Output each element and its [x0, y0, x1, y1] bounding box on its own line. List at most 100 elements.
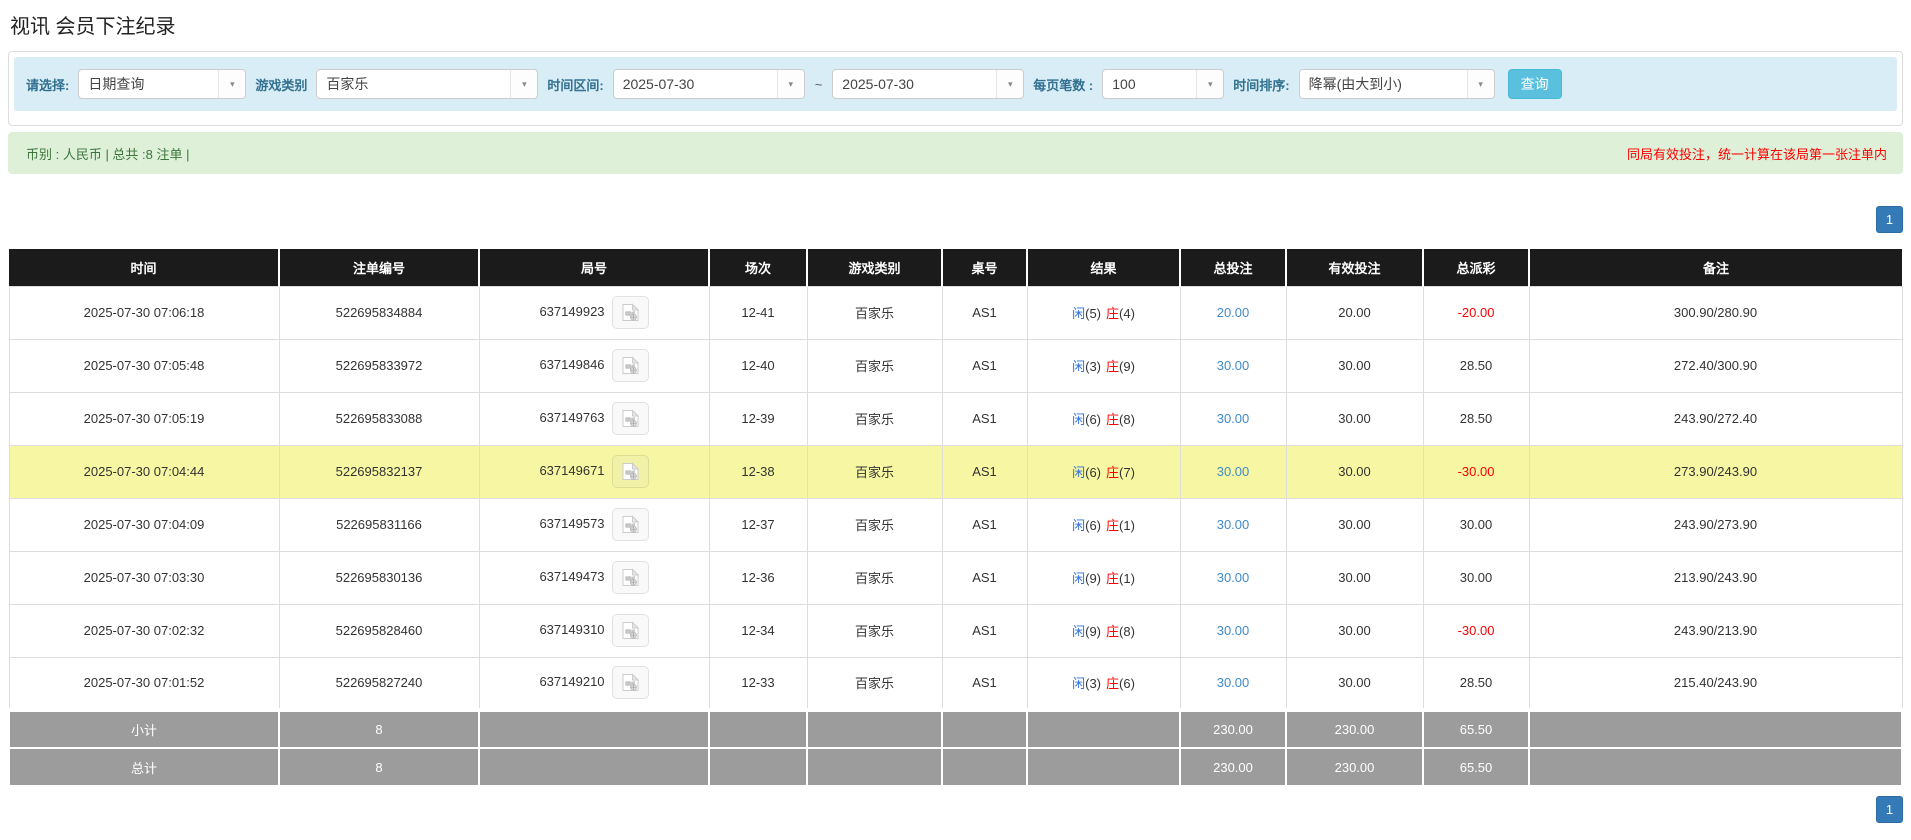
bet-number: 522695833972 — [336, 358, 423, 373]
header-round-no: 局号 — [479, 249, 709, 286]
video-file-icon — [622, 621, 639, 640]
cell-summary-valid-bet: 230.00 — [1286, 710, 1423, 748]
total-bet-link[interactable]: 30.00 — [1217, 623, 1250, 638]
video-file-icon — [622, 515, 639, 534]
video-replay-button[interactable] — [612, 561, 649, 594]
result-player-label: 闲 — [1072, 518, 1085, 533]
session-number: 12-41 — [741, 305, 774, 320]
cell-empty — [1529, 748, 1902, 786]
chevron-down-icon[interactable]: ▾ — [218, 70, 245, 98]
game-type: 百家乐 — [855, 676, 894, 691]
date-from-select[interactable]: 2025-07-30 ▾ — [613, 69, 805, 99]
cell-remark: 243.90/213.90 — [1529, 604, 1902, 657]
page-1-button[interactable]: 1 — [1876, 206, 1903, 233]
cell-table-no: AS1 — [942, 392, 1027, 445]
cell-remark: 215.40/243.90 — [1529, 657, 1902, 710]
game-type-select[interactable]: 百家乐 ▾ — [316, 69, 538, 99]
date-to-select[interactable]: 2025-07-30 ▾ — [832, 69, 1024, 99]
cell-empty — [479, 748, 709, 786]
cell-empty — [1027, 748, 1180, 786]
total-bet-link[interactable]: 30.00 — [1217, 675, 1250, 690]
cell-session: 12-37 — [709, 498, 807, 551]
total-bet-link[interactable]: 30.00 — [1217, 411, 1250, 426]
bet-time: 2025-07-30 07:04:09 — [84, 517, 205, 532]
chevron-down-icon[interactable]: ▾ — [1196, 70, 1223, 98]
chevron-down-icon[interactable]: ▾ — [777, 70, 804, 98]
valid-bet-amount: 30.00 — [1338, 464, 1371, 479]
total-bet-link[interactable]: 30.00 — [1217, 570, 1250, 585]
header-game-type: 游戏类别 — [807, 249, 942, 286]
valid-bet-amount: 30.00 — [1338, 517, 1371, 532]
total-bet-link[interactable]: 30.00 — [1217, 358, 1250, 373]
result-player-score: (5) — [1085, 306, 1101, 321]
bets-table: 时间 注单编号 局号 场次 游戏类别 桌号 结果 总投注 有效投注 总派彩 备注… — [8, 249, 1903, 787]
cell-summary-count: 8 — [279, 748, 479, 786]
query-type-select[interactable]: 日期查询 ▾ — [78, 69, 246, 99]
cell-empty — [709, 710, 807, 748]
cell-game-type: 百家乐 — [807, 551, 942, 604]
remark-text: 300.90/280.90 — [1674, 305, 1757, 320]
cell-bet-no: 522695827240 — [279, 657, 479, 710]
cell-session: 12-40 — [709, 339, 807, 392]
cell-empty — [479, 710, 709, 748]
cell-result: 闲(3)庄(6) — [1027, 657, 1180, 710]
video-replay-button[interactable] — [612, 508, 649, 541]
cell-result: 闲(5)庄(4) — [1027, 286, 1180, 339]
video-replay-button[interactable] — [612, 349, 649, 382]
session-number: 12-34 — [741, 623, 774, 638]
total-payout-amount: 28.50 — [1460, 358, 1493, 373]
cell-empty — [942, 748, 1027, 786]
page-size-select[interactable]: 100 ▾ — [1102, 69, 1224, 99]
cell-time: 2025-07-30 07:04:44 — [9, 445, 279, 498]
cell-remark: 300.90/280.90 — [1529, 286, 1902, 339]
cell-bet-no: 522695828460 — [279, 604, 479, 657]
valid-bet-amount: 30.00 — [1338, 358, 1371, 373]
result-banker-score: (6) — [1119, 676, 1135, 691]
video-replay-button[interactable] — [612, 614, 649, 647]
cell-round-no: 637149210 — [479, 657, 709, 710]
bet-number: 522695830136 — [336, 570, 423, 585]
chevron-down-icon[interactable]: ▾ — [510, 70, 537, 98]
cell-total-payout: -20.00 — [1423, 286, 1529, 339]
session-number: 12-40 — [741, 358, 774, 373]
page-title: 视讯 会员下注纪录 — [10, 10, 1903, 39]
bet-time: 2025-07-30 07:06:18 — [84, 305, 205, 320]
total-bet-link[interactable]: 20.00 — [1217, 305, 1250, 320]
game-type-label: 游戏类别 — [255, 75, 307, 94]
time-range-label: 时间区间: — [547, 75, 603, 94]
cell-summary-valid-bet: 230.00 — [1286, 748, 1423, 786]
video-replay-button[interactable] — [612, 666, 649, 699]
summary-total-payout: 65.50 — [1460, 722, 1493, 737]
cell-valid-bet: 20.00 — [1286, 286, 1423, 339]
total-bet-link[interactable]: 30.00 — [1217, 517, 1250, 532]
cell-result: 闲(9)庄(1) — [1027, 551, 1180, 604]
video-replay-button[interactable] — [612, 296, 649, 329]
table-row: 2025-07-30 07:05:48 522695833972 6371498… — [9, 339, 1902, 392]
total-payout-amount: -20.00 — [1458, 305, 1495, 320]
page-1-button[interactable]: 1 — [1876, 796, 1903, 823]
cell-summary-total-bet: 230.00 — [1180, 710, 1286, 748]
summary-row-count: 8 — [375, 760, 382, 775]
result-player-label: 闲 — [1072, 624, 1085, 639]
cell-session: 12-39 — [709, 392, 807, 445]
session-number: 12-36 — [741, 570, 774, 585]
video-replay-button[interactable] — [612, 455, 649, 488]
cell-game-type: 百家乐 — [807, 498, 942, 551]
time-order-select[interactable]: 降幂(由大到小) ▾ — [1299, 69, 1495, 99]
result-banker-label: 庄 — [1106, 571, 1119, 586]
video-replay-button[interactable] — [612, 402, 649, 435]
valid-bet-amount: 30.00 — [1338, 675, 1371, 690]
cell-total-payout: 28.50 — [1423, 392, 1529, 445]
cell-result: 闲(6)庄(1) — [1027, 498, 1180, 551]
search-button[interactable]: 查询 — [1508, 69, 1562, 99]
cell-table-no: AS1 — [942, 498, 1027, 551]
chevron-down-icon[interactable]: ▾ — [1467, 70, 1494, 98]
chevron-down-icon[interactable]: ▾ — [996, 70, 1023, 98]
summary-warning-text: 同局有效投注，统一计算在该局第一张注单内 — [1627, 144, 1887, 163]
header-time: 时间 — [9, 249, 279, 286]
date-to-value: 2025-07-30 — [833, 76, 996, 92]
cell-empty — [709, 748, 807, 786]
valid-bet-amount: 30.00 — [1338, 623, 1371, 638]
session-number: 12-37 — [741, 517, 774, 532]
total-bet-link[interactable]: 30.00 — [1217, 464, 1250, 479]
